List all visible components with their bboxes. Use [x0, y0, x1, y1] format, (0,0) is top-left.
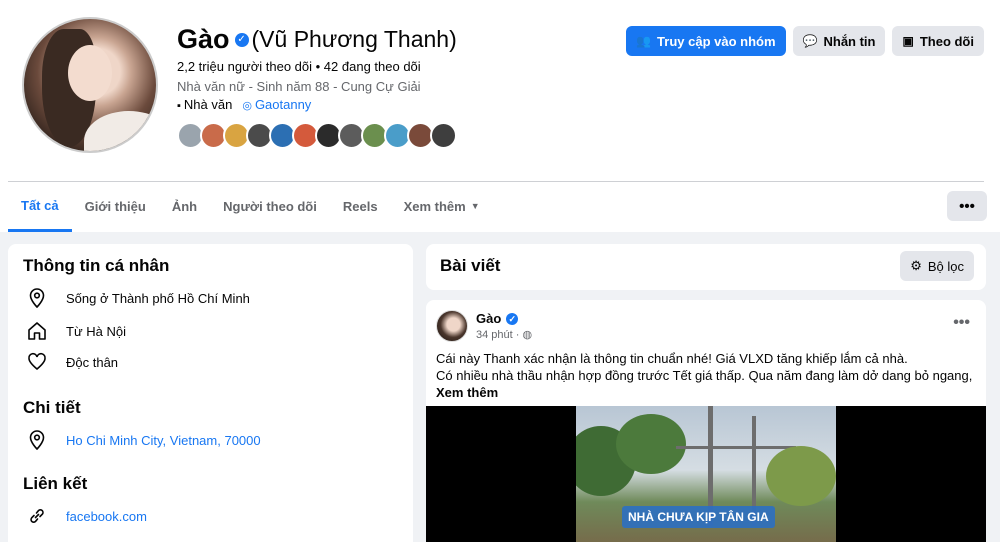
avatar-face	[68, 45, 112, 101]
location-pin-icon	[26, 287, 48, 309]
lives-in-row: Sống ở Thành phố Hồ Chí Minh	[26, 287, 250, 309]
message-label: Nhắn tin	[823, 33, 876, 49]
home-icon	[26, 320, 48, 342]
facebook-link-row: facebook.com	[26, 505, 147, 527]
relationship-text: Độc thân	[66, 354, 119, 370]
profile-actions: 👥 Truy cập vào nhóm 💬 Nhắn tin ▣ Theo dõi	[626, 26, 984, 56]
follower-avatar[interactable]	[430, 122, 457, 149]
job-label: Nhà văn	[183, 97, 233, 112]
intro-card: Thông tin cá nhân Sống ở Thành phố Hồ Ch…	[8, 244, 413, 542]
post-author-row: Gào ✓	[476, 311, 521, 326]
profile-alt-name: (Vũ Phương Thanh)	[251, 26, 457, 52]
tab-reels-label: Reels	[342, 198, 378, 214]
profile-name-row: Gào ✓ (Vũ Phương Thanh)	[177, 24, 457, 55]
link-icon	[26, 505, 48, 527]
join-group-button[interactable]: 👥 Truy cập vào nhóm	[626, 26, 786, 56]
tab-all[interactable]: Tất cả	[8, 182, 72, 232]
relationship-row: Độc thân	[26, 351, 118, 373]
video-caption: NHÀ CHƯA KỊP TÂN GIA	[622, 506, 775, 528]
post-line-2: Có nhiều nhà thầu nhận hợp đồng trước Tế…	[436, 368, 976, 383]
avatar-shoulder	[84, 111, 156, 151]
post-video[interactable]: NHÀ CHƯA KỊP TÂN GIA	[426, 406, 986, 542]
tab-about[interactable]: Giới thiệu	[72, 182, 159, 230]
facebook-link[interactable]: facebook.com	[66, 509, 147, 524]
post-menu-button[interactable]: •••	[953, 314, 970, 332]
post-card: Gào ✓ 34 phút · ◍ ••• Cái này Thanh xác …	[426, 300, 986, 542]
posts-header: Bài viết ⚙ Bộ lọc	[426, 244, 986, 290]
tab-followers-label: Người theo dõi	[223, 198, 317, 214]
power-line	[676, 446, 796, 449]
video-frame: NHÀ CHƯA KỊP TÂN GIA	[576, 406, 836, 542]
from-text: Từ Hà Nội	[66, 323, 126, 339]
instagram-handle: Gaotanny	[254, 97, 312, 112]
instagram-icon: ◎	[242, 100, 252, 112]
globe-icon: ◍	[522, 329, 533, 341]
briefcase-icon: ▪	[177, 100, 181, 112]
profile-header: Gào ✓ (Vũ Phương Thanh) 2,2 triệu người …	[0, 0, 1000, 232]
tab-followers[interactable]: Người theo dõi	[210, 182, 330, 230]
post-timestamp[interactable]: 34 phút · ◍	[476, 328, 532, 341]
post-line-1: Cái này Thanh xác nhận là thông tin chuẩ…	[436, 351, 908, 366]
verified-icon: ✓	[234, 32, 249, 47]
messenger-icon: 💬	[802, 34, 818, 48]
profile-stats[interactable]: 2,2 triệu người theo dõi • 42 đang theo …	[177, 59, 421, 74]
from-row: Từ Hà Nội	[26, 320, 126, 342]
filter-label: Bộ lọc	[927, 258, 964, 274]
follow-label: Theo dõi	[919, 33, 974, 49]
caret-down-icon: ▼	[470, 201, 480, 211]
lives-in-text: Sống ở Thành phố Hồ Chí Minh	[66, 290, 250, 306]
follow-icon: ▣	[902, 34, 914, 48]
group-icon: 👥	[636, 34, 652, 48]
tab-photos-label: Ảnh	[171, 198, 198, 214]
tab-photos[interactable]: Ảnh	[159, 182, 210, 230]
filter-button[interactable]: ⚙ Bộ lọc	[900, 251, 974, 281]
message-button[interactable]: 💬 Nhắn tin	[792, 26, 886, 56]
profile-tabs: Tất cả Giới thiệu Ảnh Người theo dõi Ree…	[8, 182, 493, 232]
tab-about-label: Giới thiệu	[84, 198, 146, 214]
post-author-name[interactable]: Gào	[476, 311, 501, 326]
links-title: Liên kết	[23, 474, 88, 493]
post-text: Cái này Thanh xác nhận là thông tin chuẩ…	[436, 350, 976, 401]
join-group-label: Truy cập vào nhóm	[657, 33, 776, 49]
post-author-avatar[interactable]	[436, 310, 468, 342]
follow-button[interactable]: ▣ Theo dõi	[892, 26, 984, 56]
profile-avatar[interactable]	[22, 17, 158, 153]
tab-more-label: Xem thêm	[403, 198, 466, 214]
address-row: Ho Chi Minh City, Vietnam, 70000	[26, 429, 261, 451]
see-more-link[interactable]: Xem thêm	[436, 384, 976, 401]
about-title: Thông tin cá nhân	[23, 256, 170, 275]
filter-icon: ⚙	[910, 258, 922, 273]
tab-all-label: Tất cả	[21, 198, 59, 213]
tree-shape	[616, 414, 686, 474]
verified-icon: ✓	[506, 312, 519, 325]
tree-shape	[766, 446, 836, 506]
follower-avatars[interactable]	[177, 122, 457, 149]
posts-title: Bài viết	[440, 256, 501, 275]
profile-name: Gào	[177, 24, 230, 54]
post-time-text: 34 phút ·	[476, 329, 523, 341]
job-item: ▪ Nhà văn	[177, 97, 232, 112]
profile-links: ▪ Nhà văn ◎ Gaotanny	[177, 97, 311, 112]
location-pin-icon	[26, 429, 48, 451]
address-link[interactable]: Ho Chi Minh City, Vietnam, 70000	[66, 433, 261, 448]
details-title: Chi tiết	[23, 398, 81, 417]
tab-reels[interactable]: Reels	[330, 182, 391, 230]
heart-icon	[26, 351, 48, 373]
instagram-link[interactable]: ◎ Gaotanny	[242, 97, 311, 112]
profile-bio: Nhà văn nữ - Sinh năm 88 - Cung Cự Giải	[177, 79, 421, 94]
more-options-button[interactable]: •••	[947, 191, 987, 221]
tab-more[interactable]: Xem thêm ▼	[391, 182, 493, 230]
